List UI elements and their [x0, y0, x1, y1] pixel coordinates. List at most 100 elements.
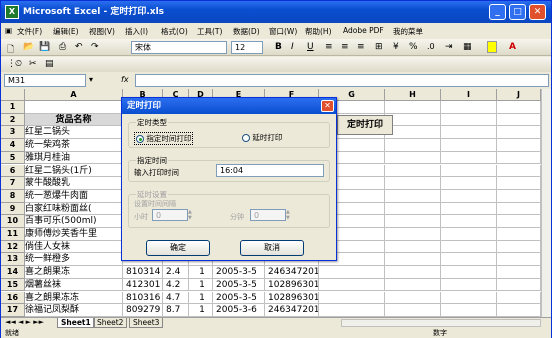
cell-a[interactable]: 红星二锅头(1斤): [25, 164, 123, 178]
radio-specified-time[interactable]: 指定时间打印: [134, 132, 194, 145]
save-icon[interactable]: 💾: [39, 42, 50, 52]
row-header[interactable]: 16: [1, 291, 25, 305]
hour-input[interactable]: 0: [152, 209, 188, 221]
cell[interactable]: [441, 278, 497, 292]
cell[interactable]: [497, 253, 541, 267]
cell[interactable]: [441, 189, 497, 203]
align-right-icon[interactable]: ≡: [357, 42, 365, 52]
row-header[interactable]: 4: [1, 139, 25, 152]
tools-icon[interactable]: ✂: [29, 59, 37, 69]
cell-a[interactable]: 喜之朗果冻冻: [25, 291, 123, 305]
borders-icon[interactable]: ▦: [463, 42, 472, 52]
cell[interactable]: [385, 253, 441, 267]
cell[interactable]: [385, 215, 441, 228]
new-icon[interactable]: 🗋: [7, 42, 14, 58]
fx-icon[interactable]: fx: [121, 75, 129, 84]
cell[interactable]: [497, 139, 541, 152]
cell[interactable]: [497, 266, 541, 279]
cell[interactable]: [441, 291, 497, 305]
name-box[interactable]: M31: [4, 74, 86, 87]
cell[interactable]: [497, 278, 541, 292]
align-left-icon[interactable]: ≡: [325, 42, 333, 52]
menu-data[interactable]: 数据(D): [233, 26, 260, 37]
cell[interactable]: 1: [189, 304, 213, 317]
cell[interactable]: 102896301: [265, 278, 319, 292]
cell[interactable]: 1: [189, 278, 213, 292]
tab-sheet2[interactable]: Sheet2: [93, 318, 128, 328]
menu-view[interactable]: 视图(V): [89, 26, 115, 37]
cell[interactable]: [497, 126, 541, 140]
cell[interactable]: 809279: [123, 304, 163, 317]
cell[interactable]: 4.7: [163, 291, 189, 305]
column-header[interactable]: I: [441, 89, 497, 101]
row-header[interactable]: 10: [1, 215, 25, 228]
tab-sheet3[interactable]: Sheet3: [129, 318, 164, 328]
cell[interactable]: [385, 202, 441, 216]
dialog-close-button[interactable]: ✕: [321, 100, 334, 112]
cell[interactable]: [497, 164, 541, 178]
cell[interactable]: 246347201: [265, 266, 319, 279]
cell[interactable]: [385, 139, 441, 152]
undo-icon[interactable]: ↶: [75, 42, 83, 52]
cell[interactable]: 2.4: [163, 266, 189, 279]
cell[interactable]: [385, 266, 441, 279]
cell-a[interactable]: 雅琪月桂油: [25, 151, 123, 165]
cell[interactable]: 810314: [123, 266, 163, 279]
minute-spin-icon[interactable]: ▲ ▼: [286, 209, 290, 221]
cell-a[interactable]: 统一葱爆牛肉面: [25, 189, 123, 203]
percent-button[interactable]: %: [409, 42, 418, 52]
cell-a[interactable]: 蒙牛酸酸乳: [25, 177, 123, 190]
cell[interactable]: 1: [189, 291, 213, 305]
cell-a[interactable]: 百事可乐(500ml): [25, 215, 123, 228]
row-header[interactable]: 11: [1, 228, 25, 241]
cell[interactable]: [497, 177, 541, 190]
menu-tools[interactable]: 工具(T): [197, 26, 222, 37]
cell[interactable]: [441, 202, 497, 216]
menu-file[interactable]: 文件(F): [17, 26, 42, 37]
cell[interactable]: 4.2: [163, 278, 189, 292]
cell[interactable]: 1: [189, 266, 213, 279]
merge-center-icon[interactable]: ⊞: [375, 42, 383, 52]
bold-button[interactable]: B: [275, 42, 282, 52]
cell-a[interactable]: [25, 101, 123, 114]
cell-a[interactable]: 红星二锅头: [25, 126, 123, 140]
cell[interactable]: [497, 304, 541, 317]
select-all-corner[interactable]: [1, 89, 25, 101]
cell[interactable]: [441, 177, 497, 190]
cell-a[interactable]: 货品名称: [25, 113, 123, 127]
redo-icon[interactable]: ↷: [91, 42, 99, 52]
formula-input[interactable]: [135, 74, 549, 87]
row-header[interactable]: 12: [1, 240, 25, 254]
cell[interactable]: 412301: [123, 278, 163, 292]
hour-spin-icon[interactable]: ▲ ▼: [188, 209, 192, 221]
row-header[interactable]: 7: [1, 177, 25, 190]
ok-button[interactable]: 确定: [146, 240, 210, 256]
menu-insert[interactable]: 插入(I): [125, 26, 148, 37]
cell[interactable]: [441, 126, 497, 140]
cell-a[interactable]: 倘佳人女袜: [25, 240, 123, 254]
vertical-scrollbar[interactable]: [541, 89, 551, 317]
maximize-button[interactable]: □: [509, 4, 526, 20]
row-header[interactable]: 3: [1, 126, 25, 140]
tab-sheet1[interactable]: Sheet1: [57, 318, 95, 328]
cell[interactable]: [385, 228, 441, 241]
cell[interactable]: [385, 291, 441, 305]
decimal-icon[interactable]: .0: [427, 42, 435, 51]
menu-window[interactable]: 窗口(W): [269, 26, 297, 37]
cell-a[interactable]: 统一柴鸡茶: [25, 139, 123, 152]
cell[interactable]: [385, 164, 441, 178]
cell[interactable]: [319, 304, 385, 317]
cancel-button[interactable]: 取消: [240, 240, 304, 256]
cell[interactable]: [497, 240, 541, 254]
row-header[interactable]: 8: [1, 189, 25, 203]
cell[interactable]: [385, 177, 441, 190]
menu-help[interactable]: 帮助(H): [305, 26, 332, 37]
timer-print-sheet-button[interactable]: 定时打印: [337, 115, 393, 135]
menu-my-menu[interactable]: 我的菜单: [393, 26, 423, 37]
cell[interactable]: [497, 151, 541, 165]
cell[interactable]: [441, 113, 497, 127]
cell[interactable]: 2005-3-5: [213, 291, 265, 305]
tab-nav-icon[interactable]: ◄◄ ◄ ► ►►: [5, 318, 44, 326]
column-header[interactable]: J: [497, 89, 541, 101]
row-header[interactable]: 2: [1, 113, 25, 127]
